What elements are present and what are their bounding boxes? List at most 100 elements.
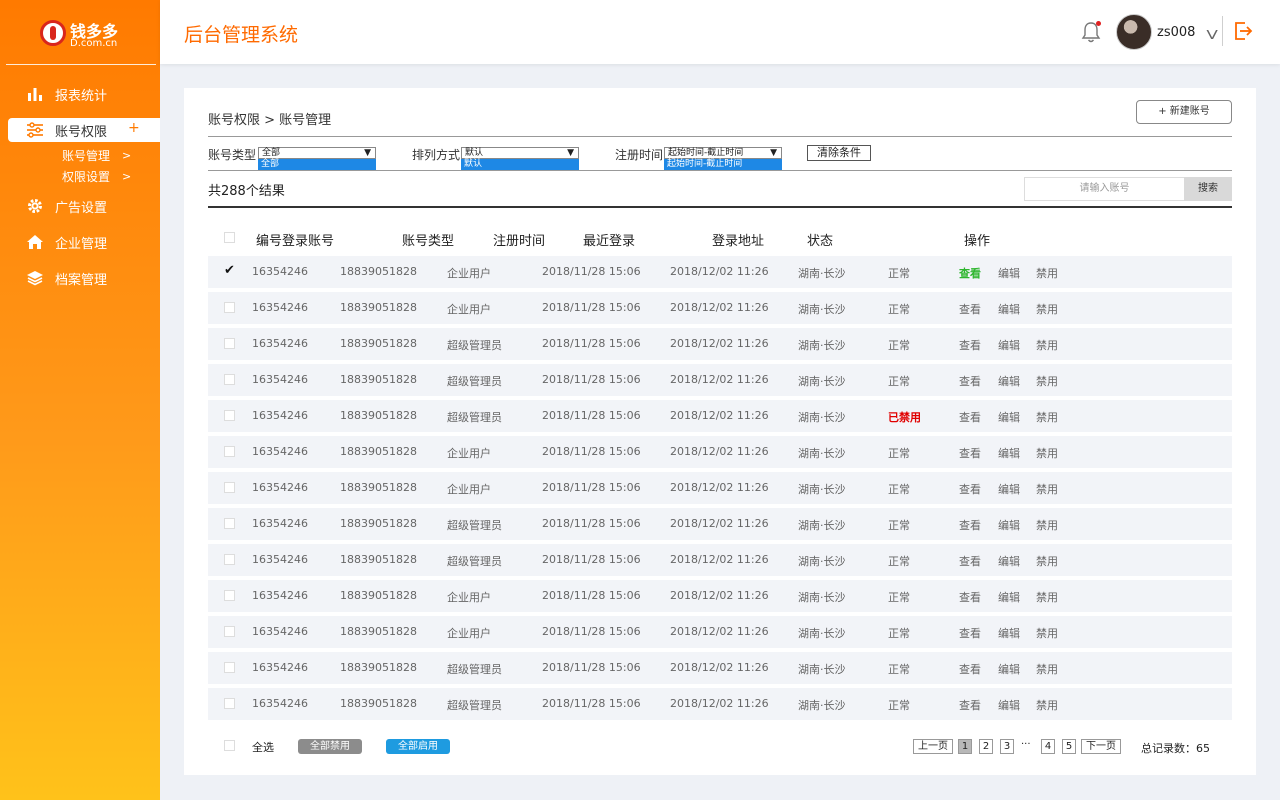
disable-link[interactable]: 禁用 — [1036, 625, 1058, 641]
edit-link[interactable]: 编辑 — [998, 373, 1020, 389]
view-link[interactable]: 查看 — [959, 517, 981, 533]
page-button[interactable]: 1 — [958, 739, 972, 754]
sidebar-item-account-permissions[interactable]: 账号权限 + — [8, 118, 160, 142]
enable-all-button[interactable]: 全部启用 — [386, 739, 450, 754]
table-row: 16354246 18839051828 超级管理员 2018/11/28 15:06… — [208, 328, 1232, 360]
view-link[interactable]: 查看 — [959, 661, 981, 677]
disable-link[interactable]: 禁用 — [1036, 445, 1058, 461]
sidebar-subitem-permission-settings[interactable]: 权限设置 — [62, 168, 110, 185]
view-link[interactable]: 查看 — [959, 697, 981, 713]
cell-account-type: 超级管理员 — [447, 555, 502, 568]
row-checkbox[interactable] — [224, 590, 235, 601]
row-checkbox[interactable]: ✔ — [224, 263, 235, 278]
sort-option[interactable]: 默认 — [461, 159, 579, 170]
edit-link[interactable]: 编辑 — [998, 481, 1020, 497]
page-button[interactable]: 4 — [1041, 739, 1055, 754]
view-link[interactable]: 查看 — [959, 409, 981, 425]
search-input[interactable]: 请输入账号 — [1024, 177, 1185, 201]
cell-last-login: 2018/12/02 11:26 — [670, 373, 769, 386]
column-header: 注册时间 — [493, 234, 546, 249]
edit-link[interactable]: 编辑 — [998, 409, 1020, 425]
disable-link[interactable]: 禁用 — [1036, 337, 1058, 353]
disable-link[interactable]: 禁用 — [1036, 265, 1058, 281]
edit-link[interactable]: 编辑 — [998, 589, 1020, 605]
view-link[interactable]: 查看 — [959, 625, 981, 641]
account-type-option[interactable]: 全部 — [258, 159, 376, 170]
prev-page-button[interactable]: 上一页 — [913, 739, 953, 754]
edit-link[interactable]: 编辑 — [998, 697, 1020, 713]
disable-link[interactable]: 禁用 — [1036, 301, 1058, 317]
disable-link[interactable]: 禁用 — [1036, 481, 1058, 497]
page-button[interactable]: 2 — [979, 739, 993, 754]
sidebar-item-archives[interactable]: 档案管理 — [8, 266, 160, 290]
row-checkbox[interactable] — [224, 302, 235, 313]
view-link[interactable]: 查看 — [959, 445, 981, 461]
disable-link[interactable]: 禁用 — [1036, 661, 1058, 677]
edit-link[interactable]: 编辑 — [998, 661, 1020, 677]
row-checkbox[interactable] — [224, 518, 235, 529]
select-all-label: 全选 — [252, 741, 274, 754]
sidebar-subitem-account-management[interactable]: 账号管理 — [62, 147, 110, 164]
disable-link[interactable]: 禁用 — [1036, 589, 1058, 605]
sidebar-item-ad-settings[interactable]: 广告设置 — [8, 194, 160, 218]
next-page-button[interactable]: 下一页 — [1081, 739, 1121, 754]
sidebar: 钱多多 D.com.cn 报表统计 账号权限 + 账号管理 > 权限设置 > 广… — [0, 0, 160, 800]
row-checkbox[interactable] — [224, 338, 235, 349]
pagination-ellipsis: ··· — [1021, 739, 1031, 750]
logout-icon[interactable] — [1232, 20, 1254, 42]
edit-link[interactable]: 编辑 — [998, 337, 1020, 353]
row-checkbox[interactable] — [224, 626, 235, 637]
view-link[interactable]: 查看 — [959, 481, 981, 497]
row-checkbox[interactable] — [224, 446, 235, 457]
row-checkbox[interactable] — [224, 698, 235, 709]
cell-register-time: 2018/11/28 15:06 — [542, 265, 641, 278]
chevron-down-icon[interactable]: V — [1206, 28, 1218, 42]
edit-link[interactable]: 编辑 — [998, 625, 1020, 641]
clear-filters-button[interactable]: 清除条件 — [807, 145, 871, 161]
register-time-select[interactable]: 起始时间-截止时间 ▼ — [664, 147, 782, 159]
column-header: 操作 — [964, 234, 991, 249]
page-button[interactable]: 5 — [1062, 739, 1076, 754]
edit-link[interactable]: 编辑 — [998, 517, 1020, 533]
register-time-option[interactable]: 起始时间-截止时间 — [664, 159, 782, 170]
brand-domain: D.com.cn — [70, 38, 118, 49]
disable-link[interactable]: 禁用 — [1036, 697, 1058, 713]
disable-link[interactable]: 禁用 — [1036, 517, 1058, 533]
edit-link[interactable]: 编辑 — [998, 265, 1020, 281]
view-link[interactable]: 查看 — [959, 589, 981, 605]
view-link[interactable]: 查看 — [959, 301, 981, 317]
new-account-button[interactable]: + 新建账号 — [1136, 100, 1232, 124]
bar-chart-icon — [28, 88, 42, 101]
header-checkbox[interactable] — [224, 232, 235, 243]
edit-link[interactable]: 编辑 — [998, 445, 1020, 461]
sidebar-item-enterprise[interactable]: 企业管理 — [8, 230, 160, 254]
username[interactable]: zs008 — [1157, 25, 1195, 40]
row-checkbox[interactable] — [224, 410, 235, 421]
view-link[interactable]: 查看 — [959, 337, 981, 353]
view-link[interactable]: 查看 — [959, 373, 981, 389]
table-row: ✔ 16354246 18839051828 企业用户 2018/11/28 15:06… — [208, 256, 1232, 288]
disable-link[interactable]: 禁用 — [1036, 409, 1058, 425]
row-checkbox[interactable] — [224, 662, 235, 673]
row-checkbox[interactable] — [224, 374, 235, 385]
sidebar-item-label: 档案管理 — [55, 273, 108, 288]
row-checkbox[interactable] — [224, 482, 235, 493]
sidebar-item-reports[interactable]: 报表统计 — [8, 82, 160, 106]
expand-icon[interactable]: + — [128, 120, 140, 136]
edit-link[interactable]: 编辑 — [998, 553, 1020, 569]
view-link[interactable]: 查看 — [959, 553, 981, 569]
edit-link[interactable]: 编辑 — [998, 301, 1020, 317]
disable-link[interactable]: 禁用 — [1036, 373, 1058, 389]
view-link[interactable]: 查看 — [959, 265, 981, 281]
row-checkbox[interactable] — [224, 554, 235, 565]
avatar[interactable] — [1116, 14, 1152, 50]
cell-login-address: 湖南·长沙 — [798, 663, 846, 676]
disable-all-button[interactable]: 全部禁用 — [298, 739, 362, 754]
account-type-select[interactable]: 全部 ▼ — [258, 147, 376, 159]
page-button[interactable]: 3 — [1000, 739, 1014, 754]
disable-link[interactable]: 禁用 — [1036, 553, 1058, 569]
brand-logo[interactable]: 钱多多 D.com.cn — [40, 16, 124, 50]
sort-select[interactable]: 默认 ▼ — [461, 147, 579, 159]
select-all-checkbox[interactable] — [224, 740, 235, 751]
search-button[interactable]: 搜索 — [1184, 177, 1232, 201]
